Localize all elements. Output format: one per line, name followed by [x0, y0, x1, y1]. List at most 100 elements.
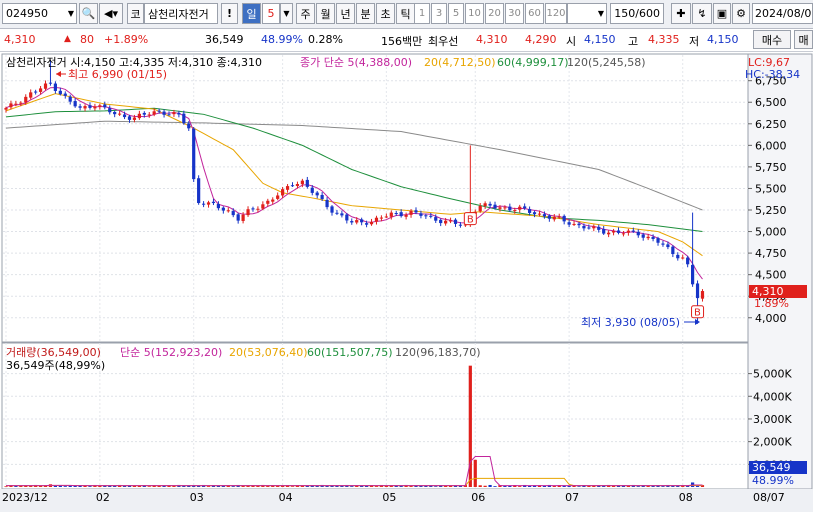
period-count-field[interactable]: 5	[262, 3, 280, 24]
warning-button[interactable]: !	[221, 3, 238, 24]
candle-body-85	[424, 215, 428, 217]
candle-body-47	[236, 214, 240, 221]
interval-button-10[interactable]: 10	[465, 3, 484, 24]
period-button-2[interactable]: 년	[336, 3, 355, 24]
price-tick-label-5: 5,500	[755, 182, 787, 195]
date-field[interactable]: 2024/08/07	[752, 3, 813, 24]
buy-button[interactable]: 매수	[753, 30, 791, 49]
candle-body-141	[700, 291, 705, 299]
candle-body-39	[197, 178, 201, 204]
period-button-1[interactable]: 월	[316, 3, 335, 24]
candle-body-21	[108, 108, 112, 113]
candle-body-139	[691, 264, 695, 285]
volume-bar-140	[695, 486, 700, 487]
period-button-3[interactable]: 분	[356, 3, 375, 24]
candle-body-71	[355, 220, 359, 223]
volume-bar-70	[350, 486, 354, 487]
interval-button-120[interactable]: 120	[545, 3, 567, 24]
candle-body-102	[508, 206, 512, 211]
buy-marker-label-1: B	[694, 308, 701, 319]
candle-body-138	[686, 257, 690, 265]
volume-bar-17	[88, 486, 92, 487]
volume-bar-58	[290, 486, 295, 487]
price-tick-label-2: 6,250	[755, 118, 787, 131]
price-tick-label-3: 6,000	[755, 139, 787, 152]
interval-button-1[interactable]: 1	[414, 3, 430, 24]
change: 80	[80, 33, 94, 46]
interval-button-3[interactable]: 3	[431, 3, 447, 24]
interval-button-60[interactable]: 60	[525, 3, 544, 24]
volume-bar-5	[29, 486, 33, 487]
volume-bar-29	[147, 486, 151, 487]
period-button-0[interactable]: 주	[296, 3, 315, 24]
candle-body-140	[695, 283, 700, 299]
candle-body-91	[453, 219, 458, 224]
candle-body-29	[147, 114, 151, 116]
bid2: 4,290	[525, 33, 557, 46]
candle-body-120	[597, 226, 601, 230]
candle-body-2	[14, 103, 18, 105]
period-button-4[interactable]: 초	[376, 3, 395, 24]
count-field[interactable]: 150/600	[610, 3, 664, 24]
vol-legend-ma120: 120(96,183,70)	[395, 346, 481, 359]
candle-body-44	[221, 207, 225, 211]
volume-bar-92	[458, 486, 463, 487]
chevron-down-icon[interactable]: ▼	[280, 3, 293, 24]
range-select[interactable]: ▼	[567, 3, 607, 24]
zigzag-icon[interactable]: ↯	[692, 3, 712, 24]
volume: 36,549	[205, 33, 244, 46]
candle-body-66	[330, 206, 334, 213]
candle-body-17	[88, 105, 92, 108]
interval-button-30[interactable]: 30	[505, 3, 524, 24]
interval-button-20[interactable]: 20	[485, 3, 504, 24]
candle-body-130	[646, 236, 650, 239]
candle-body-114	[567, 222, 571, 225]
candle-body-10	[53, 83, 57, 91]
candle-body-60	[300, 180, 304, 185]
volume-bar-12	[63, 486, 67, 487]
candle-body-56	[281, 189, 285, 196]
candle-body-36	[182, 113, 186, 124]
save-icon[interactable]: ▣	[713, 3, 731, 24]
candle-body-52	[261, 204, 265, 209]
candle-body-107	[532, 212, 537, 215]
candle-body-16	[83, 106, 87, 109]
code-input[interactable]: 024950 ▼	[2, 3, 77, 24]
candle-body-30	[152, 111, 156, 115]
candle-body-88	[439, 219, 443, 224]
period-button-5[interactable]: 틱	[396, 3, 415, 24]
candle-body-4	[24, 96, 28, 103]
search-icon[interactable]: 🔍	[79, 3, 98, 24]
volume-bar-41	[206, 486, 211, 487]
stock-chart[interactable]: 6,7506,5006,2506,0005,7505,5005,2505,000…	[0, 52, 813, 512]
sell-button[interactable]: 매	[794, 30, 813, 49]
market-button[interactable]: 코	[127, 3, 144, 24]
low-note: 최저 3,930 (08/05)	[581, 316, 680, 329]
candle-body-96	[478, 205, 482, 212]
interval-button-5[interactable]: 5	[448, 3, 464, 24]
candle-body-122	[607, 232, 611, 235]
quote-bar: 4,310 ▲ 80 +1.89% 36,549 48.99% 0.28% 15…	[0, 29, 813, 52]
candle-body-53	[266, 200, 270, 204]
candle-body-67	[335, 212, 339, 214]
period-daily-button[interactable]: 일	[242, 3, 261, 24]
gear-icon[interactable]: ⚙	[732, 3, 750, 24]
candle-body-68	[340, 213, 344, 216]
stock-name-field[interactable]: 삼천리자전거	[144, 3, 218, 24]
candle-body-31	[157, 110, 161, 112]
plus-tools-icon[interactable]: ✚	[671, 3, 691, 24]
candle-body-42	[211, 201, 216, 204]
candle-body-18	[93, 106, 97, 109]
candle-body-12	[63, 93, 67, 96]
candle-body-23	[118, 113, 122, 115]
candle-body-98	[488, 203, 492, 206]
candle-body-63	[315, 192, 319, 196]
candle-body-1	[9, 103, 13, 108]
candle-body-92	[458, 224, 463, 226]
candle-body-9	[48, 82, 53, 84]
speaker-icon[interactable]: ◀▾	[99, 3, 123, 24]
price-tick-label-4: 5,750	[755, 161, 787, 174]
x-tick-label-8: 08/07	[753, 491, 785, 504]
x-tick-label-6: 07	[565, 491, 579, 504]
volume-bar-87	[434, 486, 438, 487]
